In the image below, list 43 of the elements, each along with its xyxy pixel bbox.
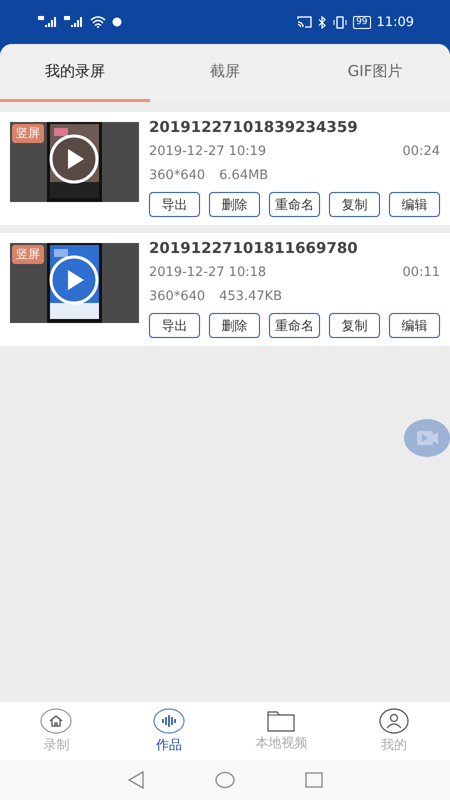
- signal-icon: [64, 16, 84, 28]
- home-icon[interactable]: [215, 771, 235, 789]
- vibrate-icon: [333, 16, 348, 28]
- action-button[interactable]: 重命名: [269, 192, 320, 217]
- action-button[interactable]: 导出: [149, 192, 200, 217]
- video-camera-icon[interactable]: [404, 419, 450, 457]
- action-button[interactable]: 复制: [329, 192, 380, 217]
- recents-icon[interactable]: [305, 771, 323, 789]
- tab[interactable]: 我的录屏: [0, 44, 150, 102]
- tab[interactable]: GIF图片: [300, 44, 450, 102]
- wifi-icon: [90, 16, 106, 28]
- action-button[interactable]: 删除: [209, 313, 260, 338]
- action-button[interactable]: 导出: [149, 313, 200, 338]
- cast-icon: [297, 16, 312, 28]
- orientation-badge: 竖屏: [12, 245, 44, 264]
- record-date: 2019-12-27 10:18: [149, 264, 266, 282]
- tab[interactable]: 截屏: [150, 44, 300, 102]
- action-button[interactable]: 重命名: [269, 313, 320, 338]
- dot-icon: [112, 17, 122, 27]
- home-icon: [40, 708, 72, 734]
- resolution: 360*640: [149, 288, 206, 306]
- nav-item[interactable]: 作品: [112, 702, 225, 760]
- bluetooth-icon: [318, 16, 328, 28]
- action-button[interactable]: 编辑: [389, 313, 440, 338]
- battery-level: 99: [353, 16, 371, 28]
- waveform-icon: [152, 708, 185, 734]
- record-date: 2019-12-27 10:19: [149, 143, 266, 161]
- action-button[interactable]: 删除: [209, 192, 260, 217]
- file-size: 6.64MB: [219, 167, 268, 185]
- action-button[interactable]: 编辑: [389, 192, 440, 217]
- folder-icon: [267, 710, 296, 732]
- resolution: 360*640: [149, 167, 206, 185]
- signal-icon: [38, 16, 58, 28]
- clock-time: 11:09: [376, 14, 414, 30]
- file-name: 20191227101839234359: [149, 117, 359, 138]
- file-size: 453.47KB: [219, 288, 282, 306]
- back-icon[interactable]: [127, 771, 145, 789]
- action-button[interactable]: 复制: [329, 313, 380, 338]
- orientation-badge: 竖屏: [12, 124, 44, 143]
- user-icon: [378, 708, 410, 734]
- duration: 00:11: [402, 264, 440, 282]
- duration: 00:24: [402, 143, 440, 161]
- file-name: 20191227101811669780: [149, 238, 359, 259]
